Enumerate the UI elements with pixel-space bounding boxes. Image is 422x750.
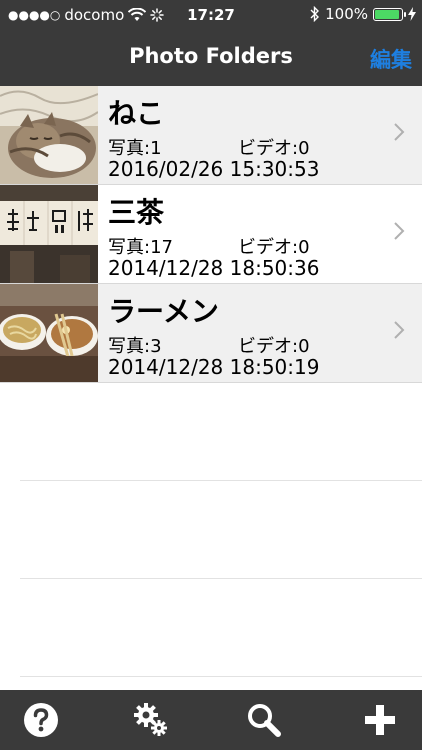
chevron-right-icon: [394, 222, 405, 240]
settings-icon[interactable]: [133, 702, 169, 738]
empty-row-separator: [20, 676, 422, 677]
folder-date: 2016/02/26 15:30:53: [108, 157, 320, 181]
chevron-right-icon: [394, 123, 405, 141]
status-bar: ●●●●○ docomo 17:27 100%: [0, 0, 422, 30]
page-title: Photo Folders: [129, 44, 293, 68]
chevron-right-icon: [394, 321, 405, 339]
shop-sign-photo-thumbnail: [0, 185, 98, 283]
navigation-bar: Photo Folders 編集: [0, 30, 422, 86]
bluetooth-icon: [310, 6, 320, 22]
empty-row-separator: [20, 480, 422, 481]
folder-date: 2014/12/28 18:50:36: [108, 256, 320, 280]
add-icon[interactable]: [362, 702, 398, 738]
cat-photo-thumbnail: [0, 86, 98, 184]
folder-name: ラーメン: [108, 295, 219, 328]
folder-row[interactable]: 三茶 写真:17 ビデオ:0 2014/12/28 18:50:36: [0, 185, 422, 284]
folder-date: 2014/12/28 18:50:19: [108, 355, 320, 379]
edit-button[interactable]: 編集: [370, 44, 412, 74]
help-icon[interactable]: [23, 702, 59, 738]
search-icon[interactable]: [246, 702, 282, 738]
folder-name: 三茶: [108, 196, 165, 229]
battery-percent: 100%: [325, 5, 368, 23]
folder-name: ねこ: [108, 97, 165, 130]
ramen-photo-thumbnail: [0, 284, 98, 382]
folder-row[interactable]: ねこ 写真:1 ビデオ:0 2016/02/26 15:30:53: [0, 86, 422, 185]
folder-row[interactable]: ラーメン 写真:3 ビデオ:0 2014/12/28 18:50:19: [0, 284, 422, 383]
empty-row-separator: [20, 578, 422, 579]
status-right: 100%: [310, 5, 416, 23]
bottom-toolbar: [0, 690, 422, 750]
battery-icon: [373, 7, 406, 21]
folder-list: ねこ 写真:1 ビデオ:0 2016/02/26 15:30:53 三茶 写真:…: [0, 86, 422, 383]
charging-bolt-icon: [408, 7, 416, 21]
